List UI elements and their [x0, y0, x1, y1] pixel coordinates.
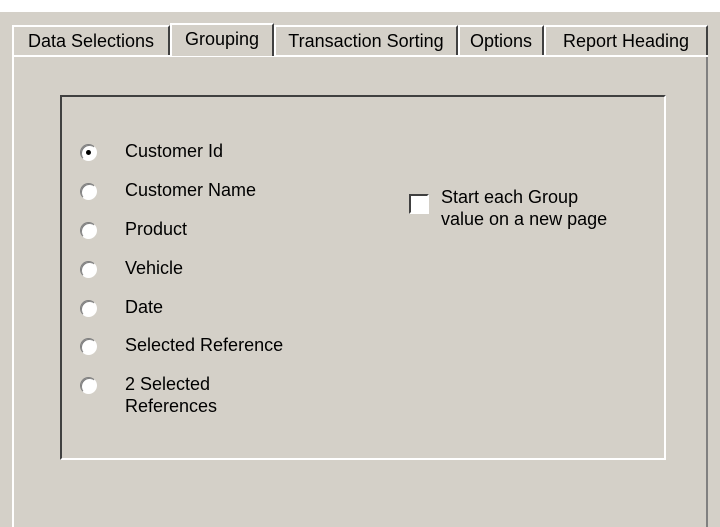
tab-report-heading[interactable]: Report Heading: [544, 25, 708, 55]
radio-customer-id[interactable]: [80, 144, 97, 161]
radio-label-line1: 2 Selected: [125, 374, 211, 394]
radio-label-selected-reference: Selected Reference: [125, 335, 284, 355]
tab-page-top-edge: [12, 55, 708, 57]
new-page-label-line2: value on a new page: [441, 209, 608, 229]
tab-data-selections[interactable]: Data Selections: [12, 25, 170, 55]
radio-label-line2: References: [125, 396, 218, 416]
radio-customer-name[interactable]: [80, 183, 97, 200]
window-top-strip: [0, 0, 720, 12]
radio-row-product[interactable]: Product: [80, 218, 187, 239]
radio-vehicle[interactable]: [80, 261, 97, 278]
radio-row-customer-id[interactable]: Customer Id: [80, 140, 223, 161]
tab-grouping[interactable]: Grouping: [170, 23, 274, 56]
radio-label-2-selected-references: 2 Selected References: [125, 373, 217, 417]
tab-transaction-sorting[interactable]: Transaction Sorting: [274, 25, 458, 55]
radio-label-customer-name: Customer Name: [125, 180, 257, 200]
new-page-label-line1: Start each Group: [441, 187, 579, 207]
new-page-checkbox-label[interactable]: Start each Group value on a new page: [441, 186, 661, 230]
radio-row-date[interactable]: Date: [80, 296, 163, 317]
tab-page-right-edge: [706, 55, 708, 527]
radio-2-selected-references[interactable]: [80, 377, 97, 394]
radio-label-product: Product: [125, 219, 188, 239]
radio-row-vehicle[interactable]: Vehicle: [80, 257, 183, 278]
radio-date[interactable]: [80, 300, 97, 317]
radio-label-customer-id: Customer Id: [125, 141, 224, 161]
radio-label-date: Date: [125, 297, 164, 317]
tab-page-left-edge: [12, 55, 14, 527]
radio-product[interactable]: [80, 222, 97, 239]
radio-row-2-selected-references[interactable]: 2 Selected References: [80, 373, 217, 416]
tab-options[interactable]: Options: [458, 25, 544, 55]
radio-label-vehicle: Vehicle: [125, 258, 184, 278]
radio-selected-reference[interactable]: [80, 338, 97, 355]
new-page-checkbox[interactable]: [409, 194, 429, 214]
radio-row-customer-name[interactable]: Customer Name: [80, 179, 256, 200]
radio-row-selected-reference[interactable]: Selected Reference: [80, 334, 283, 355]
